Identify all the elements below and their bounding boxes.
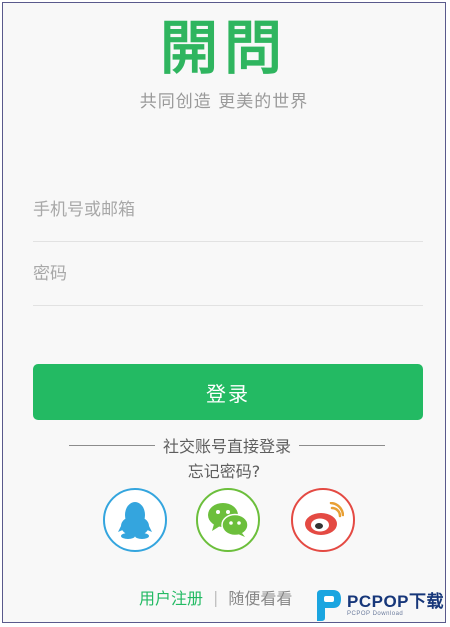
- account-field: [33, 178, 423, 242]
- watermark-subtext: PCPOP Download: [347, 611, 404, 617]
- slogan: 共同创造 更美的世界: [139, 92, 309, 112]
- login-button[interactable]: 登录: [33, 364, 423, 420]
- link-separator: |: [213, 587, 219, 607]
- divider-line-right: [299, 444, 386, 446]
- wechat-login-button[interactable]: [196, 488, 260, 552]
- app-screen: 開問 共同创造 更美的世界 登录 社交账号直接登录 忘记密码?: [2, 2, 446, 623]
- forgot-password-link[interactable]: 忘记密码?: [3, 458, 445, 482]
- weibo-icon: [305, 502, 344, 535]
- password-field: [33, 242, 423, 306]
- social-login-divider: 社交账号直接登录: [69, 433, 386, 457]
- browse-link[interactable]: 随便看看: [228, 585, 292, 609]
- pcpop-watermark: PCPOP下载 PCPOP Download: [313, 585, 445, 622]
- password-input[interactable]: [33, 242, 423, 305]
- app-logo: 開問: [159, 14, 288, 82]
- divider-line-left: [69, 444, 155, 446]
- account-input[interactable]: [33, 178, 423, 241]
- qq-icon: [118, 502, 152, 539]
- weibo-login-button[interactable]: [291, 488, 355, 552]
- wechat-icon: [208, 503, 249, 537]
- qq-login-button[interactable]: [103, 488, 167, 552]
- pcpop-logo-icon: [317, 590, 341, 621]
- bottom-links: 用户注册 | 随便看看: [139, 585, 292, 609]
- watermark-text: PCPOP下载: [347, 592, 445, 611]
- register-link[interactable]: 用户注册: [139, 585, 203, 609]
- social-login-label: 社交账号直接登录: [163, 437, 292, 456]
